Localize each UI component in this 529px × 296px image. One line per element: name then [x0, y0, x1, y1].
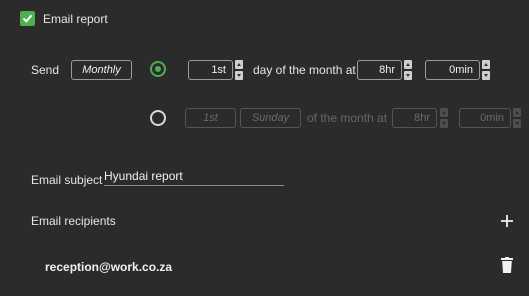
weekday-minute-down-icon[interactable]	[513, 119, 521, 128]
delete-recipient-button[interactable]	[501, 257, 513, 273]
weekday-minute-stepper[interactable]	[513, 108, 521, 128]
radio-selected-dot	[155, 66, 161, 72]
frequency-select[interactable]: Monthly	[71, 60, 132, 80]
email-subject-input[interactable]: Hyundai report	[104, 169, 284, 183]
minute-down-icon[interactable]	[482, 71, 490, 80]
hour-up-icon[interactable]	[404, 60, 412, 69]
weekday-minute-input[interactable]: 0min	[459, 108, 511, 128]
day-of-month-text: day of the month at	[253, 63, 356, 77]
email-report-label: Email report	[43, 12, 108, 26]
hour-down-icon[interactable]	[404, 71, 412, 80]
send-label: Send	[31, 63, 60, 77]
day-input[interactable]: 1st	[188, 60, 233, 80]
hour-input[interactable]: 8hr	[357, 60, 402, 80]
radio-weekday-of-month[interactable]	[150, 110, 166, 126]
weekday-hour-up-icon[interactable]	[440, 108, 448, 117]
minute-up-icon[interactable]	[482, 60, 490, 69]
email-subject-label: Email subject	[31, 173, 103, 187]
recipient-email: reception@work.co.za	[45, 260, 173, 274]
day-up-icon[interactable]	[235, 60, 243, 69]
email-recipients-label: Email recipients	[31, 214, 116, 228]
add-recipient-button[interactable]	[500, 214, 514, 228]
plus-icon	[501, 215, 513, 227]
check-icon	[22, 14, 33, 23]
weekday-minute-up-icon[interactable]	[513, 108, 521, 117]
day-stepper[interactable]	[235, 60, 243, 80]
day-down-icon[interactable]	[235, 71, 243, 80]
weekday-hour-stepper[interactable]	[440, 108, 448, 128]
weekday-select[interactable]: Sunday	[240, 108, 301, 128]
weekday-hour-input[interactable]: 8hr	[392, 108, 437, 128]
email-report-checkbox[interactable]	[20, 11, 35, 26]
ordinal-input[interactable]: 1st	[185, 108, 236, 128]
weekday-hour-down-icon[interactable]	[440, 119, 448, 128]
hour-stepper[interactable]	[404, 60, 412, 80]
radio-day-of-month[interactable]	[150, 61, 166, 77]
trash-icon	[501, 257, 513, 273]
of-month-text: of the month at	[307, 111, 388, 125]
email-subject-underline	[104, 185, 284, 186]
minute-stepper[interactable]	[482, 60, 490, 80]
minute-input[interactable]: 0min	[425, 60, 480, 80]
